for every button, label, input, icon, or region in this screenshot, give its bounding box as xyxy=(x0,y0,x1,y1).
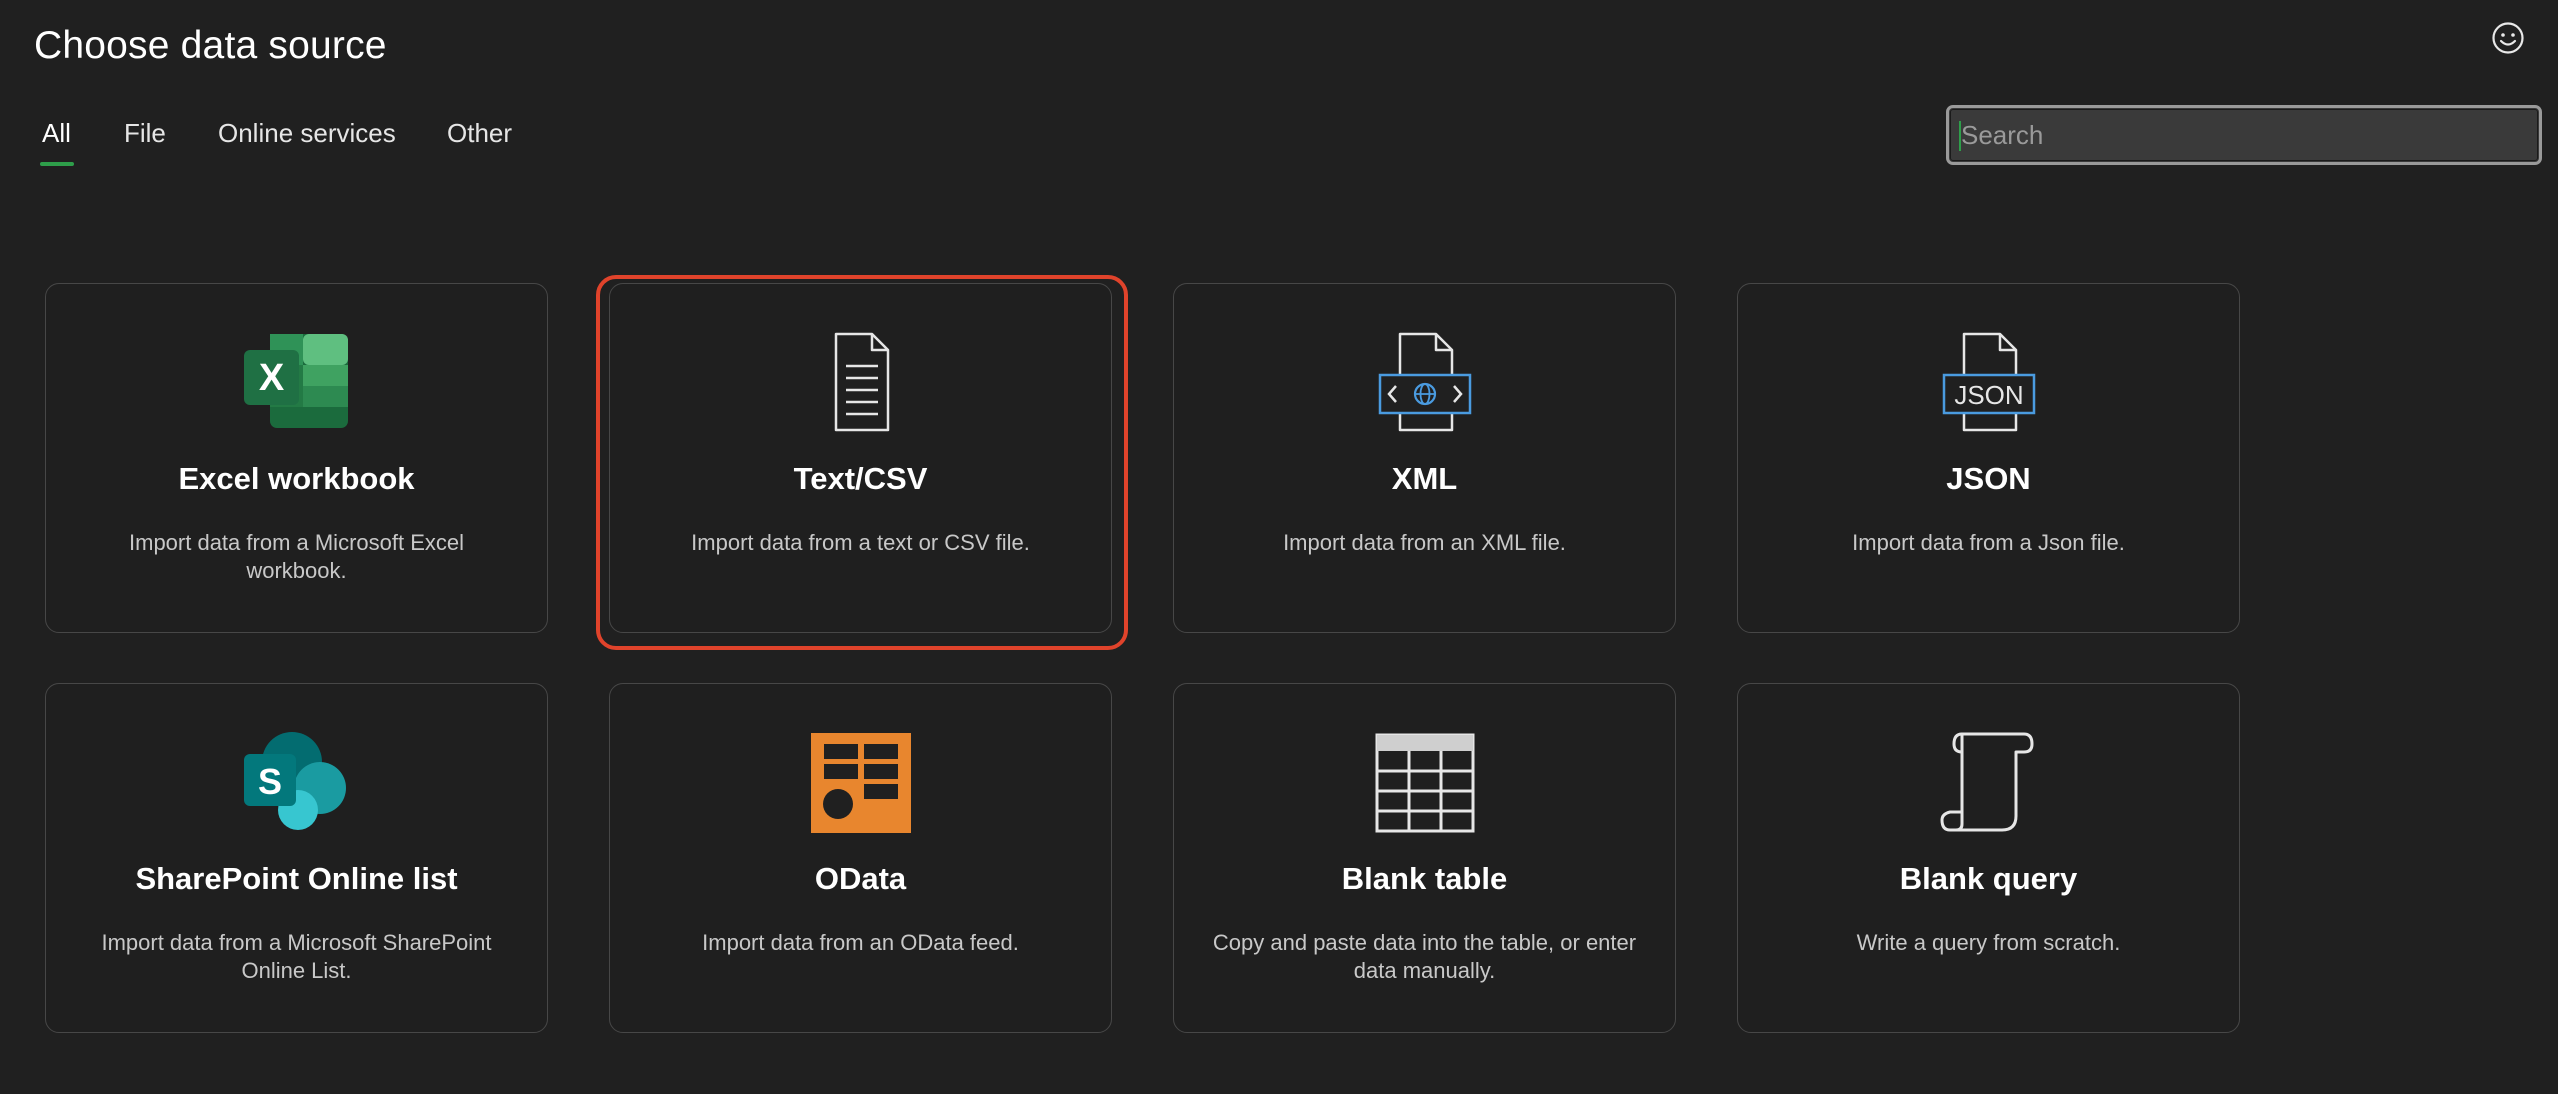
card-title: OData xyxy=(814,861,907,896)
card-description: Import data from a text or CSV file. xyxy=(691,530,1030,555)
xml-file-icon xyxy=(1378,332,1471,432)
source-card-text-csv[interactable]: Text/CSV Import data from a text or CSV … xyxy=(609,283,1112,633)
card-title: Blank table xyxy=(1341,861,1508,896)
tab-other[interactable]: Other xyxy=(447,118,512,149)
card-description: Import data from an OData feed. xyxy=(702,930,1019,955)
source-card-sharepoint-online-list[interactable]: S SharePoint Online list Import data fro… xyxy=(45,683,548,1033)
svg-text:X: X xyxy=(258,357,284,399)
blank-query-icon xyxy=(1940,732,2033,832)
card-description: Copy and paste data into the table, or e… xyxy=(1212,930,1637,983)
blank-table-icon xyxy=(1375,733,1474,833)
source-card-odata[interactable]: OData Import data from an OData feed. xyxy=(609,683,1112,1033)
svg-text:JSON: JSON xyxy=(1954,380,2023,410)
source-card-blank-table[interactable]: Blank table Copy and paste data into the… xyxy=(1173,683,1676,1033)
source-card-blank-query[interactable]: Blank query Write a query from scratch. xyxy=(1737,683,2240,1033)
card-description: Import data from a Microsoft SharePoint … xyxy=(101,930,492,983)
smiley-icon[interactable] xyxy=(2488,18,2528,58)
active-tab-indicator xyxy=(40,162,74,166)
svg-text:S: S xyxy=(257,761,281,802)
sharepoint-icon: S xyxy=(243,732,346,830)
tab-online-services[interactable]: Online services xyxy=(218,118,396,149)
card-description: Import data from an XML file. xyxy=(1283,530,1566,555)
tab-file[interactable]: File xyxy=(124,118,166,149)
search-box[interactable] xyxy=(1946,105,2542,165)
search-input[interactable] xyxy=(1949,108,2539,162)
source-card-xml[interactable]: XML Import data from an XML file. xyxy=(1173,283,1676,633)
odata-icon xyxy=(810,733,911,833)
tab-all[interactable]: All xyxy=(42,118,71,149)
text-caret xyxy=(1959,121,1961,151)
card-title: Blank query xyxy=(1899,861,2078,896)
source-card-excel-workbook[interactable]: X Excel workbook Import data from a Micr… xyxy=(45,283,548,633)
card-description: Import data from a Json file. xyxy=(1852,530,2125,555)
card-title: SharePoint Online list xyxy=(135,861,458,896)
excel-icon: X xyxy=(243,334,348,428)
page-title: Choose data source xyxy=(34,24,387,67)
card-title: Excel workbook xyxy=(178,461,415,496)
text-file-icon xyxy=(834,332,889,432)
card-title: JSON xyxy=(1946,461,2031,496)
card-description: Write a query from scratch. xyxy=(1856,930,2121,955)
card-description: Import data from a Microsoft Excel workb… xyxy=(129,530,464,583)
card-title: Text/CSV xyxy=(793,461,928,496)
json-file-icon: JSON xyxy=(1942,332,2035,432)
card-title: XML xyxy=(1391,461,1458,496)
source-card-json[interactable]: JSON JSON Import data from a Json file. xyxy=(1737,283,2240,633)
